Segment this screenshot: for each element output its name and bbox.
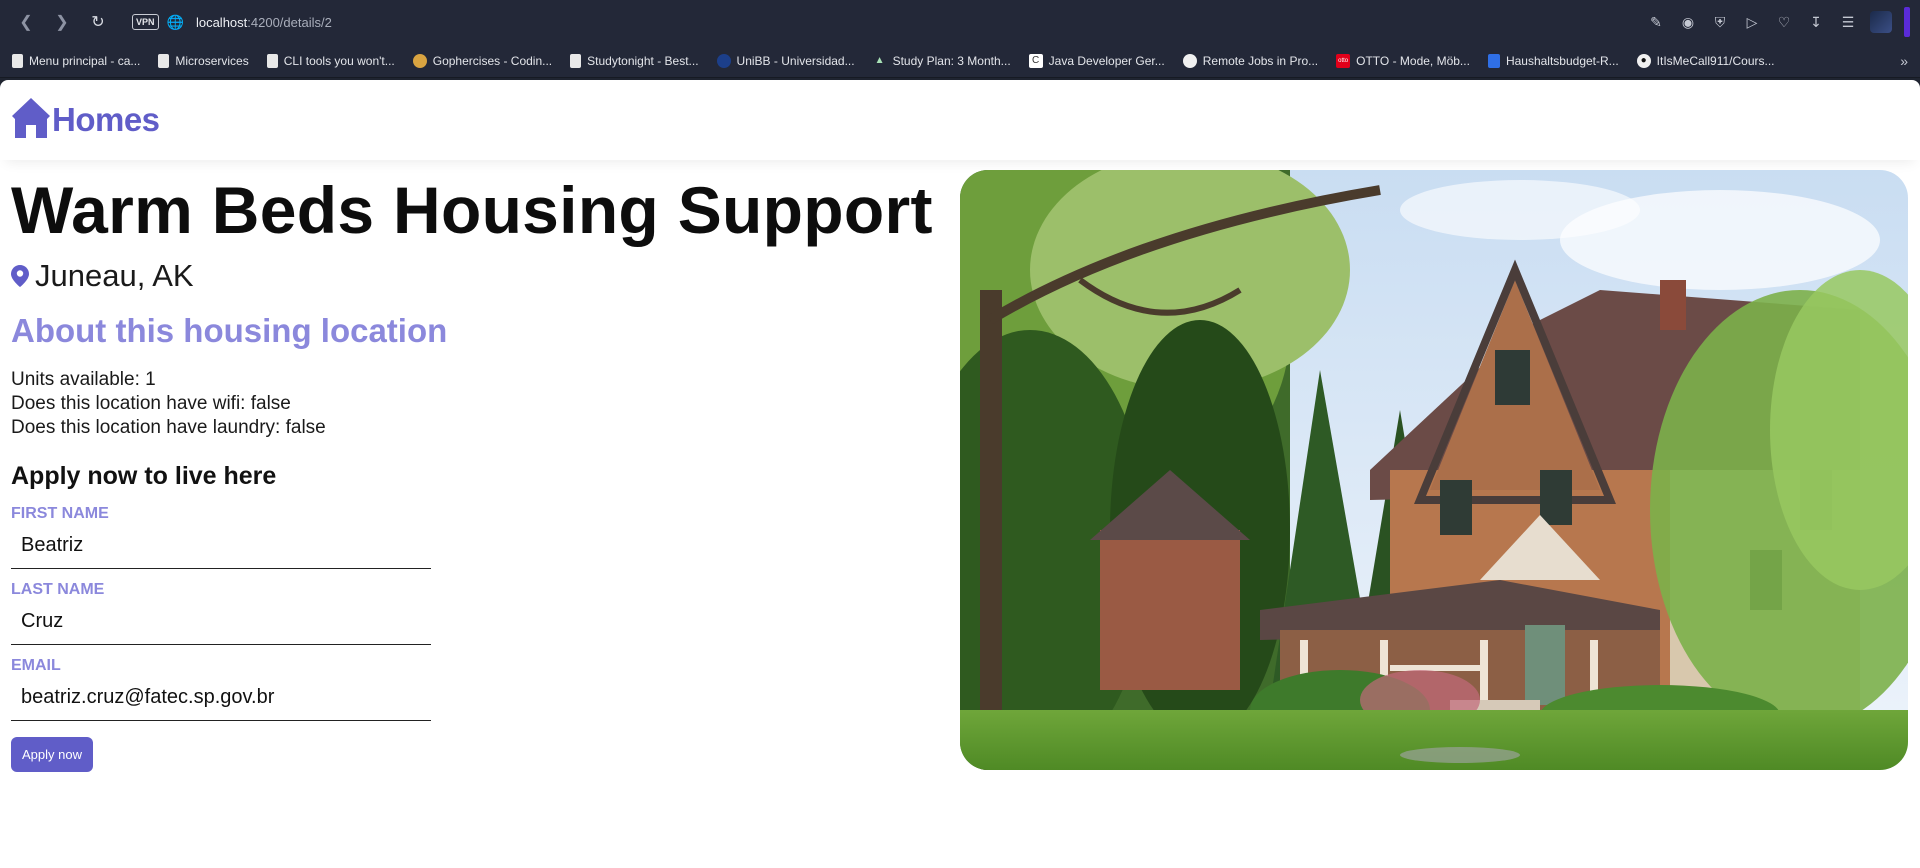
about-heading: About this housing location bbox=[11, 312, 448, 349]
bookmark-item[interactable]: CLI tools you won't... bbox=[266, 53, 395, 68]
last-name-label: Last Name bbox=[11, 581, 105, 598]
bookmark-item[interactable]: otto OTTO - Mode, Möb... bbox=[1336, 53, 1470, 68]
camera-icon[interactable]: ◉ bbox=[1678, 14, 1698, 31]
location-pin-icon bbox=[11, 265, 29, 287]
site-info-icon[interactable]: 🌐 bbox=[167, 14, 184, 31]
bookmark-label: UniBB - Universidad... bbox=[736, 53, 855, 68]
url-host: localhost bbox=[195, 14, 248, 30]
bookmarks-bar: Menu principal - ca... Microservices CLI… bbox=[0, 44, 1920, 78]
bookmark-label: Gophercises - Codin... bbox=[432, 53, 553, 68]
house-icon bbox=[12, 98, 50, 140]
bookmark-label: CLI tools you won't... bbox=[283, 53, 395, 68]
first-name-field[interactable] bbox=[11, 523, 431, 569]
more-bookmarks-icon[interactable]: » bbox=[1900, 53, 1908, 69]
url-path: :4200/details/2 bbox=[247, 14, 332, 30]
email-label: Email bbox=[11, 657, 61, 674]
download-icon[interactable]: ↧ bbox=[1806, 14, 1826, 31]
reload-icon[interactable]: ↻ bbox=[82, 6, 114, 38]
bookmark-item[interactable]: Menu principal - ca... bbox=[12, 53, 141, 68]
c-icon: C bbox=[1028, 53, 1043, 68]
house-photo-illustration bbox=[960, 170, 1908, 770]
url-text[interactable]: localhost:4200/details/2 bbox=[196, 15, 332, 30]
sidebar-strip bbox=[1904, 7, 1910, 37]
listing-info: Warm Beds Housing Support Juneau, AK Abo… bbox=[11, 170, 951, 772]
menu-icon[interactable]: ☰ bbox=[1838, 14, 1858, 31]
bookmark-item[interactable]: UniBB - Universidad... bbox=[716, 53, 855, 68]
page-icon bbox=[266, 53, 278, 68]
bookmark-item[interactable]: ● ItIsMeCall911/Cours... bbox=[1636, 53, 1775, 68]
otto-icon: otto bbox=[1336, 53, 1351, 68]
email-field[interactable] bbox=[11, 675, 431, 721]
bookmark-item[interactable]: Studytonight - Best... bbox=[570, 53, 699, 68]
edit-icon[interactable]: ✎ bbox=[1646, 14, 1666, 31]
listing-photo bbox=[960, 170, 1908, 770]
profile-avatar[interactable] bbox=[1870, 11, 1892, 33]
circle-icon bbox=[1182, 53, 1197, 68]
vpn-badge[interactable]: VPN bbox=[132, 14, 159, 30]
forward-icon[interactable]: ❯ bbox=[46, 6, 78, 38]
doc-icon bbox=[1487, 53, 1500, 68]
bookmark-label: Java Developer Ger... bbox=[1048, 53, 1165, 68]
application-form: First Name Last Name Email Apply now bbox=[11, 505, 431, 772]
laundry-info: Does this location have laundry: false bbox=[11, 417, 326, 438]
bookmark-label: Haushaltsbudget-R... bbox=[1505, 53, 1619, 68]
web-page: Homes Warm Beds Housing Support Juneau, … bbox=[0, 80, 1920, 868]
back-icon[interactable]: ❮ bbox=[10, 6, 42, 38]
app-header: Homes bbox=[0, 80, 1920, 160]
bookmark-label: Microservices bbox=[175, 53, 249, 68]
listing-facts: Units available: 1 Does this location ha… bbox=[11, 368, 951, 440]
page-icon bbox=[12, 53, 23, 68]
bookmark-item[interactable]: ▲ Study Plan: 3 Month... bbox=[873, 54, 1011, 68]
bookmark-label: Study Plan: 3 Month... bbox=[892, 53, 1011, 68]
heart-icon[interactable]: ♡ bbox=[1774, 14, 1794, 31]
bookmark-item[interactable]: Microservices bbox=[158, 53, 249, 68]
unibb-icon bbox=[716, 53, 731, 68]
bookmark-item[interactable]: Gophercises - Codin... bbox=[412, 53, 553, 68]
bookmark-label: Remote Jobs in Pro... bbox=[1202, 53, 1319, 68]
browser-toolbar: ❮ ❯ ↻ VPN 🌐 localhost:4200/details/2 ✎ ◉… bbox=[0, 0, 1920, 44]
bookmark-label: Menu principal - ca... bbox=[29, 53, 141, 68]
homes-logo[interactable]: Homes bbox=[12, 98, 160, 142]
page-icon bbox=[158, 53, 170, 68]
bookmark-item[interactable]: Haushaltsbudget-R... bbox=[1487, 53, 1619, 68]
first-name-label: First Name bbox=[11, 505, 109, 522]
logo-text: Homes bbox=[52, 101, 160, 138]
github-icon: ● bbox=[1636, 53, 1651, 68]
bookmark-item[interactable]: Remote Jobs in Pro... bbox=[1182, 53, 1319, 68]
shield-icon[interactable]: ⛨ bbox=[1710, 14, 1730, 31]
listing-location: Juneau, AK bbox=[11, 258, 951, 294]
page-icon bbox=[570, 53, 582, 68]
play-icon[interactable]: ▷ bbox=[1742, 14, 1762, 31]
details-section: Warm Beds Housing Support Juneau, AK Abo… bbox=[0, 170, 1920, 868]
units-available: Units available: 1 bbox=[11, 369, 156, 390]
last-name-field[interactable] bbox=[11, 599, 431, 645]
bookmark-label: Studytonight - Best... bbox=[587, 53, 699, 68]
apply-heading: Apply now to live here bbox=[11, 462, 277, 490]
wifi-info: Does this location have wifi: false bbox=[11, 393, 291, 414]
bookmark-label: OTTO - Mode, Möb... bbox=[1356, 53, 1470, 68]
address-bar[interactable]: VPN 🌐 localhost:4200/details/2 bbox=[132, 14, 332, 31]
gopher-icon bbox=[412, 53, 427, 68]
location-text: Juneau, AK bbox=[35, 258, 194, 293]
bookmark-label: ItIsMeCall911/Cours... bbox=[1656, 53, 1775, 68]
listing-title: Warm Beds Housing Support bbox=[11, 173, 933, 247]
apply-now-button[interactable]: Apply now bbox=[11, 737, 93, 772]
bookmark-item[interactable]: C Java Developer Ger... bbox=[1028, 53, 1165, 68]
mountain-icon: ▲ bbox=[874, 55, 885, 66]
